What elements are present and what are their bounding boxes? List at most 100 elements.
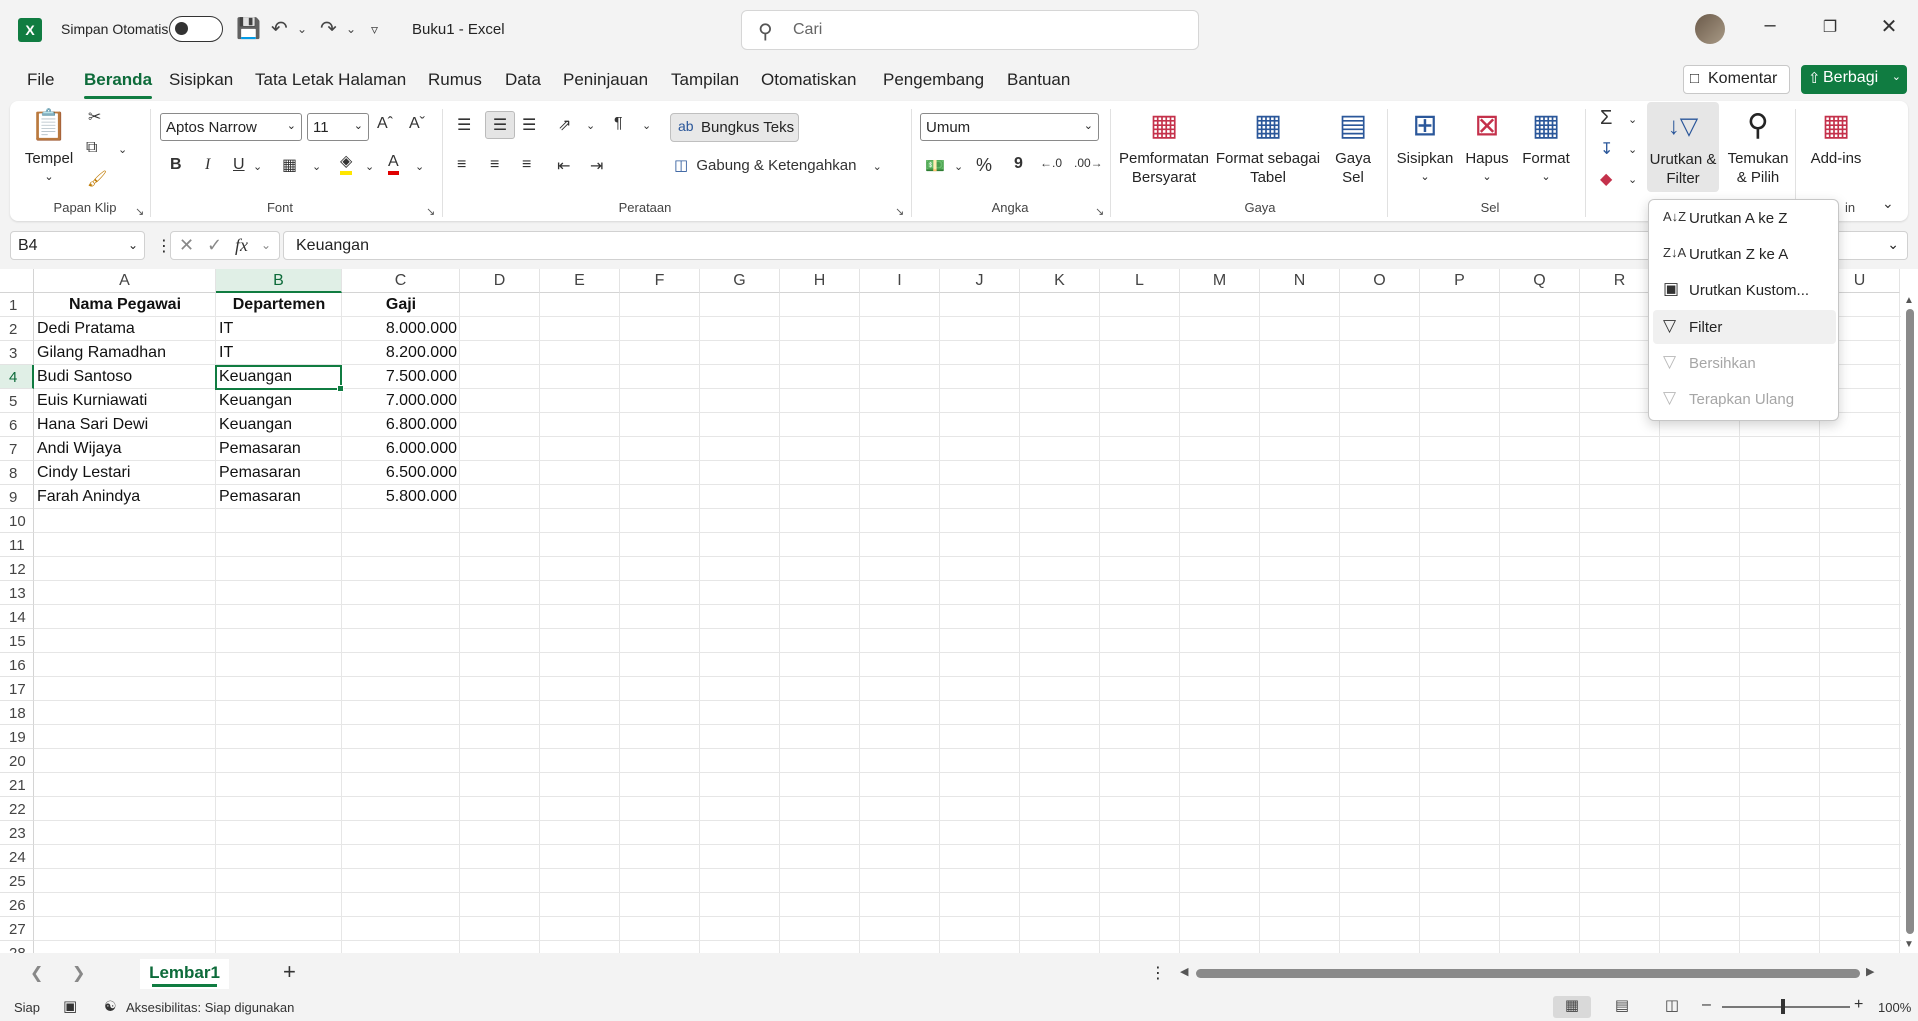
cut-icon[interactable]: ✂ xyxy=(88,107,101,127)
row-header-10[interactable]: 10 xyxy=(0,509,34,533)
save-icon[interactable]: 💾 xyxy=(236,16,261,41)
horizontal-scroll-thumb[interactable] xyxy=(1196,969,1860,978)
column-header-e[interactable]: E xyxy=(540,269,620,293)
row-header-13[interactable]: 13 xyxy=(0,581,34,605)
percent-button[interactable]: % xyxy=(976,155,992,176)
cell-c6[interactable]: 6.800.000 xyxy=(342,413,460,437)
merge-center-button[interactable]: ◫ Gabung & Ketengahkan ⌄ xyxy=(674,156,882,174)
wrap-text-button[interactable]: ab Bungkus Teks xyxy=(670,113,799,142)
row-header-17[interactable]: 17 xyxy=(0,677,34,701)
search-box[interactable]: ⚲ Cari xyxy=(741,10,1199,50)
format-painter-icon[interactable]: 🖌 xyxy=(87,169,107,189)
select-all-corner[interactable] xyxy=(0,269,34,293)
align-middle-icon[interactable]: ☰ xyxy=(485,111,515,139)
undo-icon[interactable]: ↶ xyxy=(271,16,288,41)
row-header-5[interactable]: 5 xyxy=(0,389,34,413)
page-layout-view-icon[interactable]: ▤ xyxy=(1603,996,1641,1018)
insert-function-icon[interactable]: fx xyxy=(235,235,248,256)
cell-styles-button[interactable]: ▤ Gaya Sel xyxy=(1328,107,1378,187)
cell-a8[interactable]: Cindy Lestari xyxy=(34,461,216,485)
text-direction-icon[interactable]: ¶ xyxy=(614,115,623,133)
cell-a3[interactable]: Gilang Ramadhan xyxy=(34,341,216,365)
row-header-23[interactable]: 23 xyxy=(0,821,34,845)
format-as-table-button[interactable]: ▦ Format sebagai Tabel xyxy=(1215,107,1321,187)
scroll-right-icon[interactable]: ▶ xyxy=(1866,965,1874,978)
fill-icon[interactable]: ↧ xyxy=(1600,139,1613,159)
orientation-chevron-icon[interactable]: ⌄ xyxy=(586,119,595,132)
row-header-11[interactable]: 11 xyxy=(0,533,34,557)
comment-button[interactable]: □ Komentar xyxy=(1683,65,1790,94)
borders-chevron-icon[interactable]: ⌄ xyxy=(312,160,321,173)
column-header-p[interactable]: P xyxy=(1420,269,1500,293)
row-header-8[interactable]: 8 xyxy=(0,461,34,485)
collapse-ribbon-icon[interactable]: ⌄ xyxy=(1882,195,1894,212)
cell-a2[interactable]: Dedi Pratama xyxy=(34,317,216,341)
align-center-icon[interactable]: ≡ xyxy=(490,156,499,174)
avatar[interactable] xyxy=(1695,14,1725,44)
tab-page-layout[interactable]: Tata Letak Halaman xyxy=(255,70,406,90)
filter-item[interactable]: ▽ Filter xyxy=(1653,310,1836,344)
zoom-in-icon[interactable]: + xyxy=(1854,996,1863,1014)
page-break-view-icon[interactable]: ◫ xyxy=(1653,996,1691,1018)
tab-review[interactable]: Peninjauan xyxy=(563,70,648,90)
row-header-26[interactable]: 26 xyxy=(0,893,34,917)
number-launcher-icon[interactable]: ↘ xyxy=(1095,205,1104,218)
row-header-2[interactable]: 2 xyxy=(0,317,34,341)
customize-toolbar-icon[interactable]: ▿ xyxy=(371,21,378,38)
row-header-27[interactable]: 27 xyxy=(0,917,34,941)
increase-indent-icon[interactable]: ⇥ xyxy=(590,156,603,176)
align-bottom-icon[interactable]: ☰ xyxy=(522,115,536,135)
scroll-up-icon[interactable]: ▲ xyxy=(1904,295,1914,306)
row-header-16[interactable]: 16 xyxy=(0,653,34,677)
font-color-icon[interactable]: A xyxy=(388,153,399,175)
scroll-left-icon[interactable]: ◀ xyxy=(1180,965,1188,978)
clear-chevron-icon[interactable]: ⌄ xyxy=(1628,173,1637,186)
cell-c9[interactable]: 5.800.000 xyxy=(342,485,460,509)
tab-file[interactable]: File xyxy=(27,70,54,90)
fill-color-chevron-icon[interactable]: ⌄ xyxy=(365,160,374,173)
column-header-l[interactable]: L xyxy=(1100,269,1180,293)
tab-formulas[interactable]: Rumus xyxy=(428,70,482,90)
clipboard-launcher-icon[interactable]: ↘ xyxy=(135,205,144,218)
row-header-1[interactable]: 1 xyxy=(0,293,34,317)
column-header-b[interactable]: B xyxy=(216,269,342,293)
column-header-d[interactable]: D xyxy=(460,269,540,293)
decrease-font-icon[interactable]: Aˇ xyxy=(409,115,425,133)
cell-a9[interactable]: Farah Anindya xyxy=(34,485,216,509)
tab-automate[interactable]: Otomatiskan xyxy=(761,70,856,90)
cell-b3[interactable]: IT xyxy=(216,341,342,365)
sort-filter-button[interactable]: ↓▽ Urutkan & Filter xyxy=(1647,108,1719,188)
row-header-9[interactable]: 9 xyxy=(0,485,34,509)
cell-c7[interactable]: 6.000.000 xyxy=(342,437,460,461)
cell-c5[interactable]: 7.000.000 xyxy=(342,389,460,413)
column-header-f[interactable]: F xyxy=(620,269,700,293)
cell-b7[interactable]: Pemasaran xyxy=(216,437,342,461)
tab-view[interactable]: Tampilan xyxy=(671,70,739,90)
cell-a1[interactable]: Nama Pegawai xyxy=(34,293,216,317)
text-direction-chevron-icon[interactable]: ⌄ xyxy=(642,119,651,132)
font-size-dropdown[interactable]: 11 ⌄ xyxy=(307,113,369,141)
cell-c2[interactable]: 8.000.000 xyxy=(342,317,460,341)
borders-icon[interactable]: ▦ xyxy=(282,155,297,175)
vertical-scrollbar[interactable]: ▲ ▼ xyxy=(1901,293,1918,953)
decrease-decimal-icon[interactable]: .00→ xyxy=(1074,156,1103,170)
scroll-down-icon[interactable]: ▼ xyxy=(1904,939,1914,950)
column-header-a[interactable]: A xyxy=(34,269,216,293)
undo-dropdown-icon[interactable]: ⌄ xyxy=(297,22,307,36)
minimize-icon[interactable]: – xyxy=(1758,14,1782,37)
paste-button[interactable]: 📋 Tempel ⌄ xyxy=(24,107,74,187)
row-header-20[interactable]: 20 xyxy=(0,749,34,773)
accessibility-status[interactable]: Aksesibilitas: Siap digunakan xyxy=(126,1000,294,1015)
cell-b2[interactable]: IT xyxy=(216,317,342,341)
cell-a7[interactable]: Andi Wijaya xyxy=(34,437,216,461)
row-header-21[interactable]: 21 xyxy=(0,773,34,797)
align-left-icon[interactable]: ≡ xyxy=(457,156,466,174)
alignment-launcher-icon[interactable]: ↘ xyxy=(895,205,904,218)
cell-b5[interactable]: Keuangan xyxy=(216,389,342,413)
expand-formula-icon[interactable]: ⌄ xyxy=(1887,236,1899,253)
bold-button[interactable]: B xyxy=(170,156,182,174)
row-header-14[interactable]: 14 xyxy=(0,605,34,629)
cell-c4[interactable]: 7.500.000 xyxy=(342,365,460,389)
tab-developer[interactable]: Pengembang xyxy=(883,70,984,90)
horizontal-scrollbar[interactable]: ◀ ▶ xyxy=(1180,965,1877,979)
